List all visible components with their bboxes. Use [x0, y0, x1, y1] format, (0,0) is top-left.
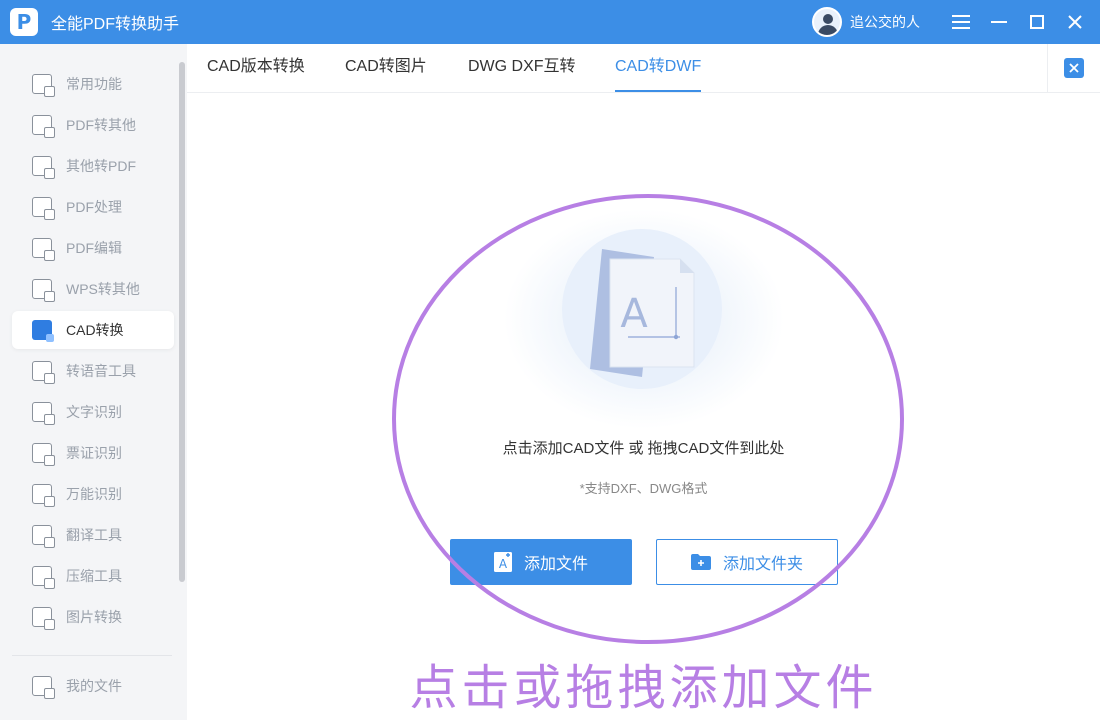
close-panel-area: [1047, 44, 1100, 93]
sidebar-item-compress[interactable]: 压缩工具: [12, 557, 174, 595]
app-logo-letter: P: [16, 10, 32, 34]
sidebar-item-cad[interactable]: CAD转换: [12, 311, 174, 349]
main-panel: CAD版本转换 CAD转图片 DWG DXF互转 CAD转DWF A 点击添加C…: [187, 44, 1100, 720]
tab-dwg-dxf[interactable]: DWG DXF互转: [468, 44, 576, 93]
add-file-icon: A: [493, 552, 512, 572]
folder-icon: [690, 554, 711, 570]
menu-icon: [952, 15, 970, 29]
sidebar: 常用功能 PDF转其他 其他转PDF PDF处理 PDF编辑 WPS转其他 CA…: [0, 44, 186, 720]
sidebar-item-label: 票证识别: [66, 445, 122, 461]
minimize-button[interactable]: [980, 0, 1018, 44]
close-icon: [1069, 63, 1079, 73]
tab-bar: CAD版本转换 CAD转图片 DWG DXF互转 CAD转DWF: [187, 44, 1047, 93]
my-files-icon: [32, 676, 55, 699]
sidebar-item-label: 万能识别: [66, 486, 122, 502]
add-file-label: 添加文件: [523, 556, 588, 573]
sidebar-item-label: PDF编辑: [66, 240, 122, 256]
star-doc-icon: [32, 74, 55, 97]
zip-icon: [32, 566, 55, 589]
user-avatar[interactable]: [812, 7, 842, 37]
pdf-process-icon: [32, 197, 55, 220]
add-folder-label: 添加文件夹: [722, 556, 803, 573]
ocr-icon: [32, 402, 55, 425]
user-name[interactable]: 追公交的人: [850, 12, 920, 32]
sidebar-item-label: 我的文件: [66, 678, 122, 694]
sidebar-item-pdf-edit[interactable]: PDF编辑: [12, 229, 174, 267]
pdf-export-icon: [32, 115, 55, 138]
avatar-head-shape: [823, 14, 833, 24]
sidebar-divider: [12, 655, 172, 656]
speech-icon: [32, 361, 55, 384]
svg-text:A: A: [499, 557, 508, 571]
app-title: 全能PDF转换助手: [51, 16, 180, 33]
sidebar-item-label: 转语音工具: [66, 363, 136, 379]
app-logo-icon: P: [10, 8, 38, 36]
tab-cad-version[interactable]: CAD版本转换: [207, 44, 305, 93]
sidebar-item-label: PDF转其他: [66, 117, 136, 133]
sidebar-item-common[interactable]: 常用功能: [12, 65, 174, 103]
sidebar-item-pdf-process[interactable]: PDF处理: [12, 188, 174, 226]
sidebar-item-ocr[interactable]: 文字识别: [12, 393, 174, 431]
sidebar-item-label: 图片转换: [66, 609, 122, 625]
menu-button[interactable]: [942, 0, 980, 44]
close-panel-button[interactable]: [1064, 58, 1084, 78]
cad-icon: [32, 320, 54, 342]
wps-icon: [32, 279, 55, 302]
minimize-icon: [991, 21, 1007, 23]
sidebar-item-image[interactable]: 图片转换: [12, 598, 174, 636]
sidebar-item-universal[interactable]: 万能识别: [12, 475, 174, 513]
close-icon: [1068, 15, 1082, 29]
sidebar-item-label: 其他转PDF: [66, 158, 136, 174]
ticket-icon: [32, 443, 55, 466]
drop-instruction: 点击添加CAD文件 或 拖拽CAD文件到此处: [502, 440, 785, 457]
avatar-body-shape: [818, 25, 838, 35]
sidebar-item-pdf-to-other[interactable]: PDF转其他: [12, 106, 174, 144]
sidebar-item-speech[interactable]: 转语音工具: [12, 352, 174, 390]
add-file-button[interactable]: A 添加文件: [450, 539, 632, 585]
sidebar-item-label: 常用功能: [66, 76, 122, 92]
sidebar-item-my-files[interactable]: 我的文件: [12, 667, 174, 705]
add-folder-button[interactable]: 添加文件夹: [656, 539, 838, 585]
sidebar-item-label: 翻译工具: [66, 527, 122, 543]
illustration-letter: A: [620, 291, 648, 337]
eye-icon: [32, 484, 55, 507]
tab-cad-to-image[interactable]: CAD转图片: [345, 44, 427, 93]
sidebar-scrollbar[interactable]: [179, 62, 185, 582]
sidebar-item-other-to-pdf[interactable]: 其他转PDF: [12, 147, 174, 185]
sidebar-item-label: 文字识别: [66, 404, 122, 420]
sidebar-item-translate[interactable]: 翻译工具: [12, 516, 174, 554]
pdf-edit-icon: [32, 238, 55, 261]
annotation-caption: 点击或拖拽添加文件: [409, 660, 878, 716]
translate-icon: [32, 525, 55, 548]
title-bar: P 全能PDF转换助手 追公交的人: [0, 0, 1100, 44]
sidebar-item-label: CAD转换: [66, 322, 124, 338]
sidebar-item-wps[interactable]: WPS转其他: [12, 270, 174, 308]
sidebar-item-label: 压缩工具: [66, 568, 122, 584]
sidebar-item-label: WPS转其他: [66, 281, 140, 297]
sidebar-item-ticket[interactable]: 票证识别: [12, 434, 174, 472]
cad-file-icon: A: [562, 229, 722, 389]
tab-cad-to-dwf[interactable]: CAD转DWF: [615, 44, 702, 93]
maximize-button[interactable]: [1018, 0, 1056, 44]
titlebar-controls: 追公交的人: [812, 0, 1100, 44]
maximize-icon: [1030, 15, 1044, 29]
drop-illustration[interactable]: A: [504, 209, 784, 429]
sidebar-item-label: PDF处理: [66, 199, 122, 215]
format-hint: *支持DXF、DWG格式: [579, 481, 708, 496]
image-icon: [32, 607, 55, 630]
pdf-import-icon: [32, 156, 55, 179]
close-window-button[interactable]: [1056, 0, 1094, 44]
